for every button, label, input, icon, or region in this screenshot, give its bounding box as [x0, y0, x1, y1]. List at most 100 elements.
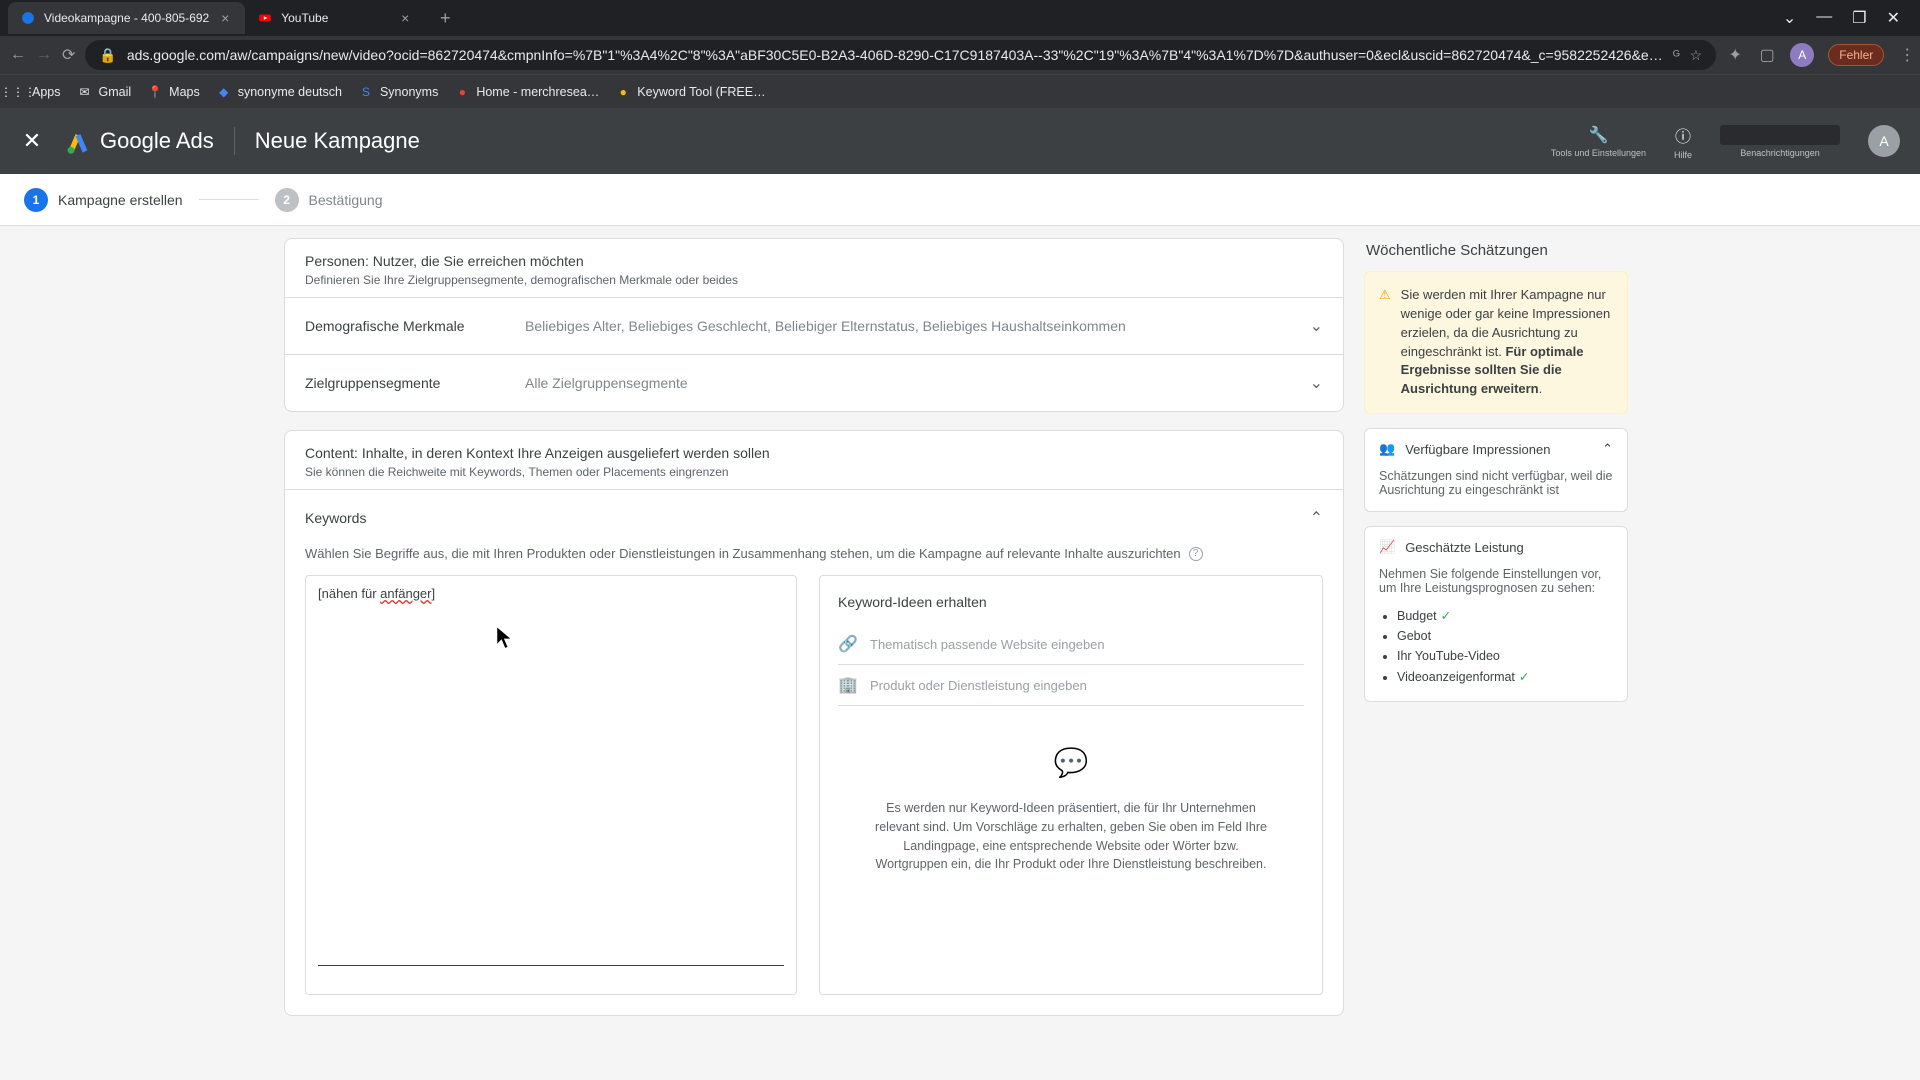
segments-row[interactable]: Zielgruppensegmente Alle Zielgruppensegm… [285, 354, 1343, 411]
ads-header: ✕ Google Ads Neue Kampagne 🔧 Tools und E… [0, 108, 1920, 174]
keywords-section-body: Wählen Sie Begriffe aus, die mit Ihren P… [285, 546, 1343, 1015]
warning-box: ⚠ Sie werden mit Ihrer Kampagne nur weni… [1364, 271, 1628, 414]
notifications-button[interactable]: Benachrichtigungen [1720, 125, 1840, 158]
extensions-icon[interactable]: ✦ [1726, 46, 1744, 64]
check-icon: ✓ [1519, 670, 1529, 684]
section-title: Keywords [305, 510, 366, 526]
ideas-empty-state: 💬 Es werden nur Keyword-Ideen präsentier… [838, 706, 1304, 884]
help-button[interactable]: ⓘ Hilfe [1674, 123, 1692, 160]
url-field[interactable]: 🔒 ads.google.com/aw/campaigns/new/video?… [85, 40, 1716, 70]
tools-button[interactable]: 🔧 Tools und Einstellungen [1551, 125, 1646, 158]
step-number: 1 [24, 188, 48, 212]
page-icon: ● [454, 84, 470, 100]
list-item: Gebot [1397, 626, 1613, 646]
back-button[interactable]: ← [10, 43, 26, 67]
gmail-icon: ✉ [77, 84, 93, 100]
demographics-row[interactable]: Demografische Merkmale Beliebiges Alter,… [285, 297, 1343, 354]
bookmark-home[interactable]: ●Home - merchresea… [454, 84, 599, 100]
divider [234, 127, 235, 155]
bookmark-maps[interactable]: 📍Maps [147, 84, 200, 100]
reload-button[interactable]: ⟳ [62, 43, 75, 67]
error-badge[interactable]: Fehler [1828, 44, 1884, 66]
step-connector [199, 199, 259, 200]
performance-intro: Nehmen Sie folgende Einstellungen vor, u… [1379, 567, 1613, 595]
forward-button[interactable]: → [36, 43, 52, 67]
step-label: Kampagne erstellen [58, 192, 183, 208]
bookmark-apps[interactable]: ⋮⋮⋮Apps [10, 84, 61, 100]
check-icon: ✓ [1441, 609, 1451, 623]
bookmark-synonyme[interactable]: ◆synonyme deutsch [216, 84, 342, 100]
tab-videokampagne[interactable]: Videokampagne - 400-805-692 × [8, 2, 245, 34]
favicon-youtube-icon [257, 10, 273, 26]
textarea-underline [318, 965, 784, 966]
tab-title: YouTube [281, 11, 389, 25]
impressions-header[interactable]: 👥 Verfügbare Impressionen ⌃ [1365, 429, 1627, 469]
keywords-textarea[interactable]: [nähen für anfänger] [305, 575, 797, 995]
wrench-icon: 🔧 [1588, 125, 1608, 145]
chevron-down-icon: ⌄ [1310, 316, 1323, 336]
bookmark-keyword-tool[interactable]: ●Keyword Tool (FREE… [615, 84, 765, 100]
chevron-up-icon: ⌃ [1602, 441, 1613, 457]
keywords-hint: Wählen Sie Begriffe aus, die mit Ihren P… [305, 546, 1323, 561]
close-icon[interactable]: × [397, 10, 413, 26]
close-campaign-button[interactable]: ✕ [20, 129, 44, 153]
stepper: 1 Kampagne erstellen 2 Bestätigung [0, 174, 1920, 226]
tab-youtube[interactable]: YouTube × [245, 2, 425, 34]
bookmark-gmail[interactable]: ✉Gmail [77, 84, 132, 100]
url-text: ads.google.com/aw/campaigns/new/video?oc… [127, 47, 1663, 63]
performance-list: Budget✓ Gebot Ihr YouTube-Video Videoanz… [1379, 605, 1613, 687]
star-icon[interactable]: ☆ [1690, 47, 1703, 64]
page-icon: S [358, 84, 374, 100]
account-avatar[interactable]: A [1868, 125, 1900, 157]
chevron-down-icon[interactable]: ⌄ [1783, 8, 1796, 28]
performance-body: Nehmen Sie folgende Einstellungen vor, u… [1365, 567, 1627, 701]
step-create[interactable]: 1 Kampagne erstellen [24, 188, 183, 212]
minimize-icon[interactable]: — [1816, 8, 1832, 28]
notif-redacted [1720, 125, 1840, 145]
step-number: 2 [275, 188, 299, 212]
keyword-ideas-panel: Keyword-Ideen erhalten 🔗 Thematisch pass… [819, 575, 1323, 995]
step-confirm[interactable]: 2 Bestätigung [275, 188, 383, 212]
row-label: Demografische Merkmale [305, 318, 525, 334]
close-window-icon[interactable]: ✕ [1887, 8, 1900, 28]
performance-card: 📈 Geschätzte Leistung Nehmen Sie folgend… [1364, 526, 1628, 702]
keywords-section-header[interactable]: Keywords ⌃ [285, 489, 1343, 546]
warning-icon: ⚠ [1379, 286, 1391, 399]
list-item: Ihr YouTube-Video [1397, 646, 1613, 666]
estimates-sidebar: Wöchentliche Schätzungen ⚠ Sie werden mi… [1364, 238, 1628, 1034]
new-tab-button[interactable]: + [431, 4, 459, 32]
product-name: Google Ads [100, 128, 214, 154]
row-value: Alle Zielgruppensegmente [525, 375, 1310, 391]
bookmarks-bar: ⋮⋮⋮Apps ✉Gmail 📍Maps ◆synonyme deutsch S… [0, 74, 1920, 108]
page-icon: ● [615, 84, 631, 100]
address-bar: ← → ⟳ 🔒 ads.google.com/aw/campaigns/new/… [0, 36, 1920, 74]
google-ads-logo[interactable]: Google Ads [64, 127, 214, 155]
translate-icon[interactable]: ᴳ [1673, 47, 1680, 63]
help-icon[interactable]: ? [1189, 547, 1203, 561]
close-icon[interactable]: × [217, 10, 233, 26]
ideas-website-input[interactable]: 🔗 Thematisch passende Website eingeben [838, 624, 1304, 665]
placeholder: Thematisch passende Website eingeben [870, 637, 1105, 652]
window-controls: ⌄ — ❐ ✕ [1783, 8, 1912, 28]
list-item: Videoanzeigenformat✓ [1397, 666, 1613, 687]
personen-subtitle: Definieren Sie Ihre Zielgruppensegmente,… [305, 273, 1323, 287]
card-title: Verfügbare Impressionen [1405, 442, 1550, 457]
extension-square-icon[interactable]: ▢ [1758, 46, 1776, 64]
maximize-icon[interactable]: ❐ [1852, 8, 1866, 28]
kebab-menu-icon[interactable]: ⋮ [1898, 46, 1916, 64]
help-icon: ⓘ [1675, 123, 1691, 147]
performance-header[interactable]: 📈 Geschätzte Leistung [1365, 527, 1627, 567]
chart-icon: 📈 [1379, 539, 1395, 555]
sidebar-title: Wöchentliche Schätzungen [1364, 238, 1628, 271]
card-title: Geschätzte Leistung [1405, 540, 1524, 555]
building-icon: 🏢 [838, 675, 858, 695]
warning-text: Sie werden mit Ihrer Kampagne nur wenige… [1401, 286, 1613, 399]
ideas-product-input[interactable]: 🏢 Produkt oder Dienstleistung eingeben [838, 665, 1304, 706]
profile-avatar[interactable]: A [1790, 43, 1814, 67]
ideas-title: Keyword-Ideen erhalten [838, 594, 1304, 610]
bookmark-synonyms[interactable]: SSynonyms [358, 84, 438, 100]
personen-title: Personen: Nutzer, die Sie erreichen möch… [305, 253, 1323, 269]
main-content: Personen: Nutzer, die Sie erreichen möch… [0, 226, 1920, 1046]
step-label: Bestätigung [309, 192, 383, 208]
people-icon: 👥 [1379, 441, 1395, 457]
